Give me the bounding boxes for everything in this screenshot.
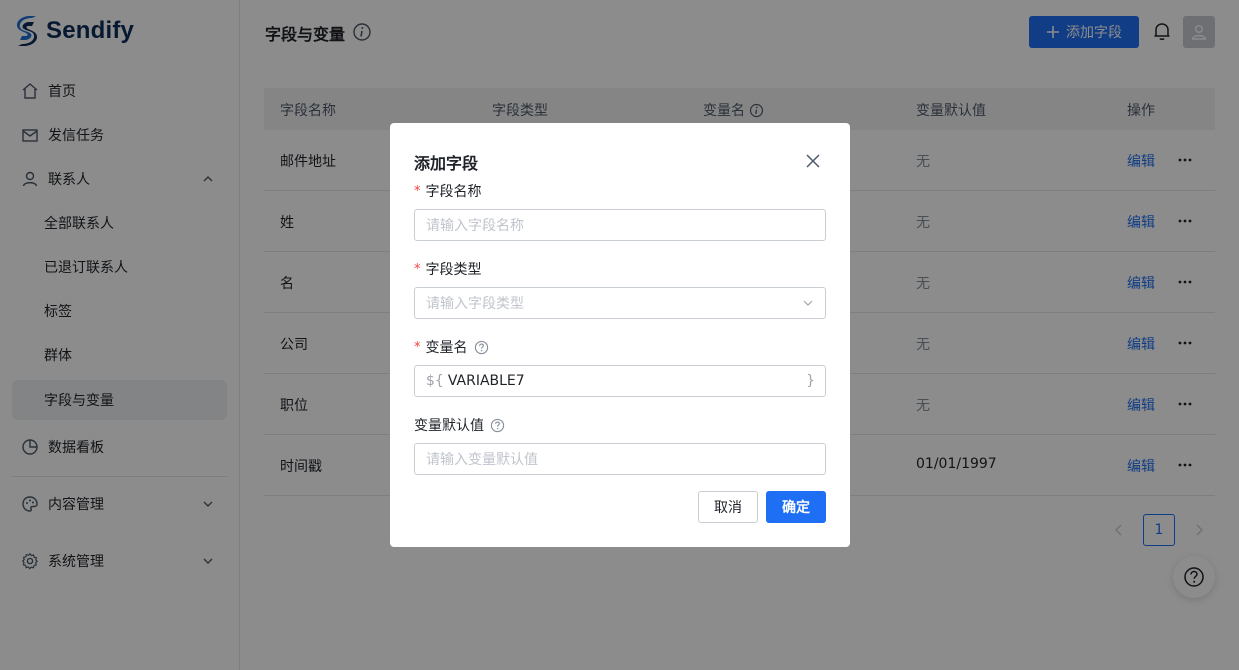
field-type-placeholder: 请输入字段类型 <box>426 296 524 312</box>
field-name-label-row: * 字段名称 <box>414 181 482 201</box>
close-icon[interactable] <box>804 152 822 170</box>
var-name-label-row: * 变量名 <box>414 337 489 357</box>
field-type-label-row: * 字段类型 <box>414 259 482 279</box>
var-default-input[interactable]: 请输入变量默认值 <box>414 443 826 475</box>
chevron-down-icon <box>803 300 813 306</box>
question-icon[interactable] <box>474 340 489 355</box>
field-name-input[interactable]: 请输入字段名称 <box>414 209 826 241</box>
var-name-prefix: ${ <box>426 373 444 389</box>
required-mark: * <box>414 339 421 355</box>
var-name-label: 变量名 <box>425 340 468 356</box>
var-default-label: 变量默认值 <box>414 418 484 434</box>
field-name-label: 字段名称 <box>425 184 482 200</box>
required-mark: * <box>414 261 421 277</box>
field-type-select[interactable]: 请输入字段类型 <box>414 287 826 319</box>
modal-title: 添加字段 <box>414 154 479 173</box>
field-type-label: 字段类型 <box>425 262 482 278</box>
confirm-button[interactable]: 确定 <box>766 491 826 523</box>
question-icon[interactable] <box>490 418 505 433</box>
var-name-value: VARIABLE7 <box>447 373 525 389</box>
field-name-placeholder: 请输入字段名称 <box>426 218 524 234</box>
cancel-button[interactable]: 取消 <box>698 491 758 523</box>
add-field-modal: 添加字段 * 字段名称 请输入字段名称 * 字段类型 请输入字段类型 * 变量名… <box>390 123 850 547</box>
var-default-label-row: 变量默认值 <box>414 415 505 435</box>
var-name-input[interactable]: ${ VARIABLE7 } <box>414 365 826 397</box>
var-name-suffix: } <box>806 373 815 389</box>
var-default-placeholder: 请输入变量默认值 <box>426 452 538 468</box>
required-mark: * <box>414 183 421 199</box>
